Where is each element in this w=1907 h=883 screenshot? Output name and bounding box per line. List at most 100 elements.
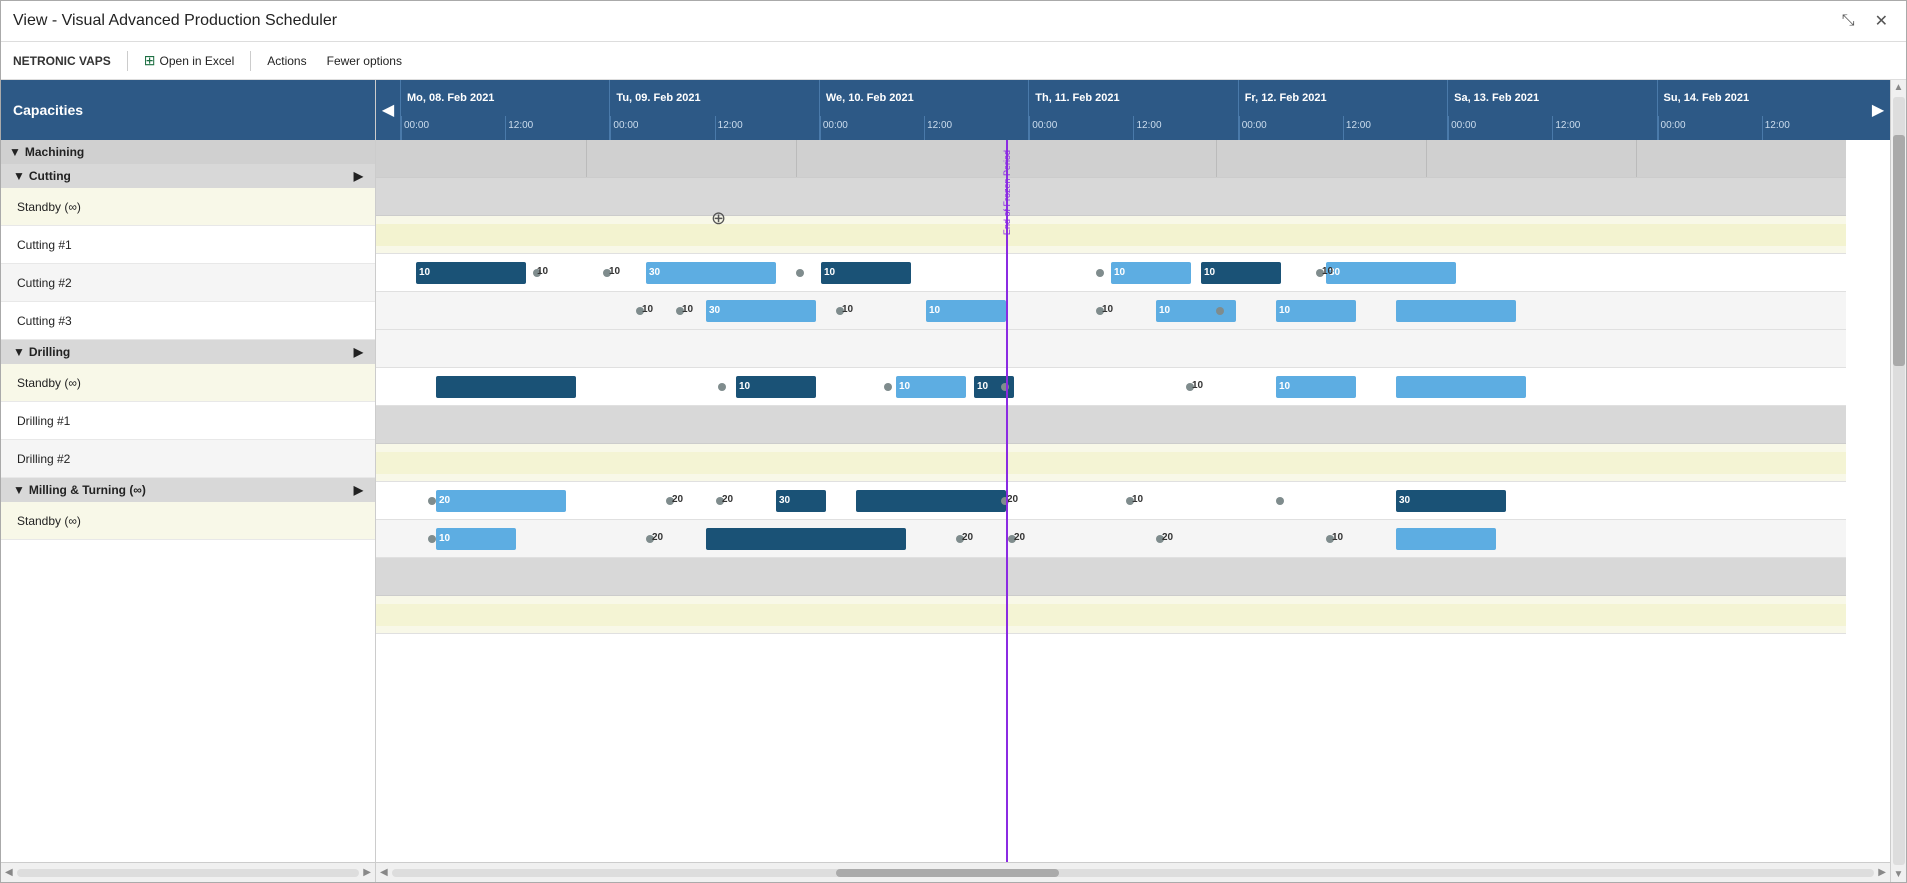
milling-arrow: ▶ [354,483,363,497]
c2-bar2[interactable]: 10 [926,300,1006,322]
d1-bar3[interactable] [856,490,1006,512]
group-machining-label: Machining [25,145,84,159]
window-title: View - Visual Advanced Production Schedu… [13,12,337,30]
subgroup-cutting[interactable]: ▼ Cutting ▶ [1,164,375,188]
c2-bar1-lbl: 30 [709,305,720,316]
c2-bar2-lbl: 10 [929,305,940,316]
c2-bar1[interactable]: 30 [706,300,816,322]
drilling-standby-bar [376,452,1846,474]
drilling2-row: Drilling #2 [1,440,375,478]
c3-bar5[interactable]: 10 [1276,376,1356,398]
d2-bar2[interactable] [706,528,906,550]
cutting1-bar4[interactable]: 10 [1111,262,1191,284]
c2-bar5[interactable] [1396,300,1516,322]
cutting2-row: Cutting #2 [1,264,375,302]
cutting3-row: Cutting #3 [1,302,375,340]
d1-bar1[interactable]: 20 [436,490,566,512]
cutting1-bar2[interactable]: 30 [646,262,776,284]
day2-h2: 12:00 [715,116,819,140]
c3-bar2[interactable]: 10 [736,376,816,398]
d2-dot1 [428,535,436,543]
day6-h2: 12:00 [1552,116,1656,140]
vscroll-down[interactable]: ▼ [1892,867,1906,882]
drilling2-label: Drilling #2 [17,452,70,466]
bar4-label1: 10 [1114,267,1125,278]
frozen-period-line [1006,140,1008,862]
vscroll-track[interactable] [1893,97,1905,865]
gantt-scrollbar-track[interactable] [392,869,1875,877]
d2-lbl5: 10 [1332,532,1343,543]
drilling1-row: Drilling #1 [1,402,375,440]
day6-label: Sa, 13. Feb 2021 [1448,80,1656,116]
cutting-triangle: ▼ [13,169,25,183]
group-machining[interactable]: ▼ Machining [1,140,375,164]
c2-bar4[interactable]: 10 [1276,300,1356,322]
gantt-scroll-right[interactable]: ▶ [1878,867,1886,878]
milling-standby-label: Standby (∞) [17,514,81,528]
c3-dot1 [718,383,726,391]
cutting-label: Cutting [29,169,71,183]
timeline-nav-right[interactable]: ▶ [1866,80,1890,140]
cutting1-bar1[interactable]: 10 [416,262,526,284]
bar1-label1: 10 [419,267,430,278]
cutting1-bar3[interactable]: 10 [821,262,911,284]
day1-label: Mo, 08. Feb 2021 [401,80,609,116]
gantt-area[interactable]: End of Frozen Period ⊕ [376,140,1890,862]
standby-bar-cutting [376,224,1846,246]
d2-bar3[interactable] [1396,528,1496,550]
c3-bar2-lbl: 10 [739,381,750,392]
d1-bar1-lbl: 20 [439,495,450,506]
d1-lbl3: 20 [1007,494,1018,505]
d2-bar1[interactable]: 10 [436,528,516,550]
gantt-cutting-header [376,178,1846,216]
close-button[interactable]: ✕ [1869,9,1894,33]
fewer-options-button[interactable]: Fewer options [319,50,410,72]
minimize-button[interactable]: ⤡ [1836,9,1861,33]
cutting1-bar6[interactable]: 30 [1326,262,1456,284]
vscroll-up[interactable]: ▲ [1892,80,1906,95]
actions-button[interactable]: Actions [259,50,314,72]
c2-bar3-lbl: 10 [1159,305,1170,316]
capacity-rows: ▼ Machining ▼ Cutting ▶ Standby (∞) Cutt… [1,140,375,862]
timeline-day-5: Fr, 12. Feb 2021 00:00 12:00 [1238,80,1447,140]
day3-label: We, 10. Feb 2021 [820,80,1028,116]
timeline-nav-left[interactable]: ◀ [376,80,400,140]
day6-h1: 00:00 [1448,116,1552,140]
cutting1-dot3 [796,269,804,277]
subgroup-milling[interactable]: ▼ Milling & Turning (∞) ▶ [1,478,375,502]
cutting1-row: Cutting #1 [1,226,375,264]
c3-bar3[interactable]: 10 [896,376,966,398]
left-scroll-arrow-left[interactable]: ◀ [1,867,13,878]
c3-bar3-lbl: 10 [899,381,910,392]
timeline-day-7: Su, 14. Feb 2021 00:00 12:00 [1657,80,1866,140]
cutting1-dot4 [1096,269,1104,277]
excel-label: Open in Excel [160,54,235,68]
open-in-excel-button[interactable]: ⊞ Open in Excel [136,48,242,73]
subgroup-drilling[interactable]: ▼ Drilling ▶ [1,340,375,364]
gantt-scroll-left[interactable]: ◀ [380,867,388,878]
day5-h2: 12:00 [1343,116,1447,140]
d1-bar4-lbl: 30 [1399,495,1410,506]
c3-bar1[interactable] [436,376,576,398]
c3-bar6[interactable] [1396,376,1526,398]
gantt-cutting3: 10 10 10 10 10 [376,368,1846,406]
timeline-header: ◀ Mo, 08. Feb 2021 00:00 12:00 Tu, 09. F… [376,80,1890,140]
d2-lbl4: 20 [1162,532,1173,543]
day5-h1: 00:00 [1239,116,1343,140]
drilling-standby-row: Standby (∞) [1,364,375,402]
cutting1-bar5[interactable]: 10 [1201,262,1281,284]
d1-bar4[interactable]: 30 [1396,490,1506,512]
vscroll-thumb[interactable] [1893,135,1905,365]
left-scroll-arrow-right[interactable]: ▶ [363,867,375,878]
day2-h1: 00:00 [610,116,714,140]
gantt-cutting-standby [376,216,1846,254]
c2-bar3[interactable]: 10 [1156,300,1236,322]
bar5-label1: 10 [1204,267,1215,278]
d1-bar2[interactable]: 30 [776,490,826,512]
gantt-scrollbar-thumb[interactable] [836,869,1058,877]
cutting1-lbl3: 10 [1322,266,1333,277]
bar3-label1: 10 [824,267,835,278]
cutting-standby-label: Standby (∞) [17,200,81,214]
c2-lbl2: 10 [682,304,693,315]
c3-lbl1: 10 [1192,380,1203,391]
